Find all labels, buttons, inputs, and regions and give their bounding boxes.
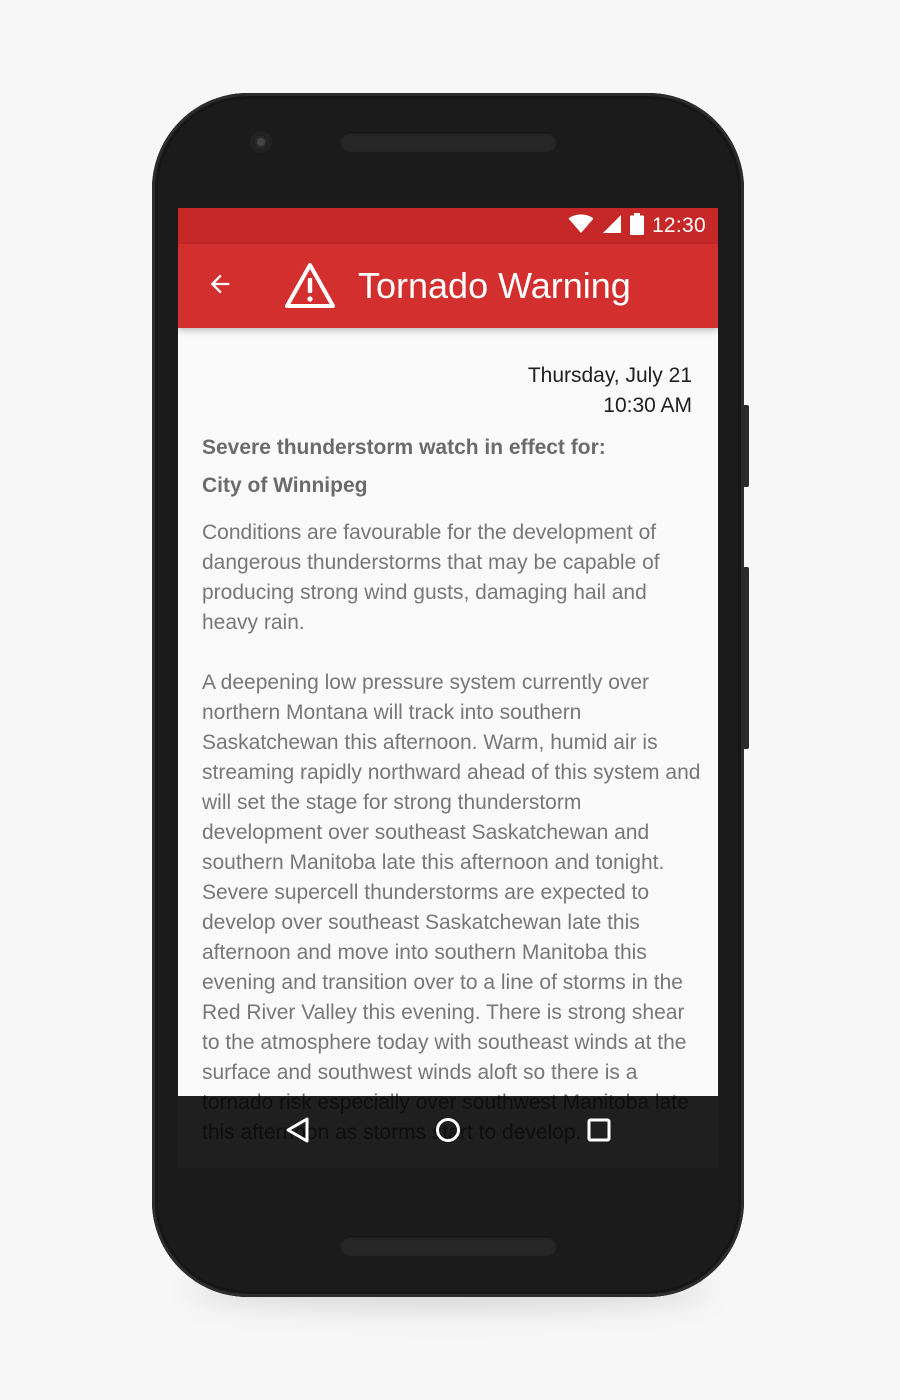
status-time: 12:30 <box>651 214 706 237</box>
back-button[interactable] <box>196 262 244 310</box>
nav-home-button[interactable] <box>426 1110 470 1154</box>
device-stage: 12:30 Tornado Warning Thursday, July 21 … <box>0 0 900 1400</box>
nav-recents-button[interactable] <box>577 1110 621 1154</box>
nav-home-icon <box>435 1117 461 1148</box>
alert-paragraph-2: A deepening low pressure system currentl… <box>202 671 701 1144</box>
alert-heading: Severe thunderstorm watch in effect for: <box>202 436 606 459</box>
status-bar: 12:30 <box>178 208 718 244</box>
wifi-icon <box>568 214 594 239</box>
power-button[interactable] <box>742 405 749 487</box>
front-camera <box>250 131 272 153</box>
alert-datetime: Thursday, July 21 10:30 AM <box>528 361 692 421</box>
nav-back-button[interactable] <box>276 1110 320 1154</box>
alert-paragraph-1: Conditions are favourable for the develo… <box>202 521 660 634</box>
status-icons: 12:30 <box>568 208 706 244</box>
navigation-bar <box>178 1096 718 1168</box>
alert-location: City of Winnipeg <box>202 474 368 497</box>
screen: 12:30 Tornado Warning Thursday, July 21 … <box>178 208 718 1168</box>
volume-button[interactable] <box>742 567 749 749</box>
warning-triangle-icon <box>284 260 336 312</box>
top-speaker <box>340 132 557 152</box>
nav-back-icon <box>285 1116 311 1149</box>
nav-recents-icon <box>587 1118 611 1147</box>
bottom-speaker <box>340 1236 557 1256</box>
page-title: Tornado Warning <box>358 265 631 306</box>
app-bar: Tornado Warning <box>178 244 718 328</box>
alert-content: Thursday, July 21 10:30 AM Severe thunde… <box>178 328 718 1168</box>
alert-time: 10:30 AM <box>603 394 692 417</box>
alert-date: Thursday, July 21 <box>527 364 692 387</box>
cell-signal-icon <box>602 214 622 239</box>
battery-icon <box>629 212 644 240</box>
arrow-back-icon <box>206 270 234 303</box>
